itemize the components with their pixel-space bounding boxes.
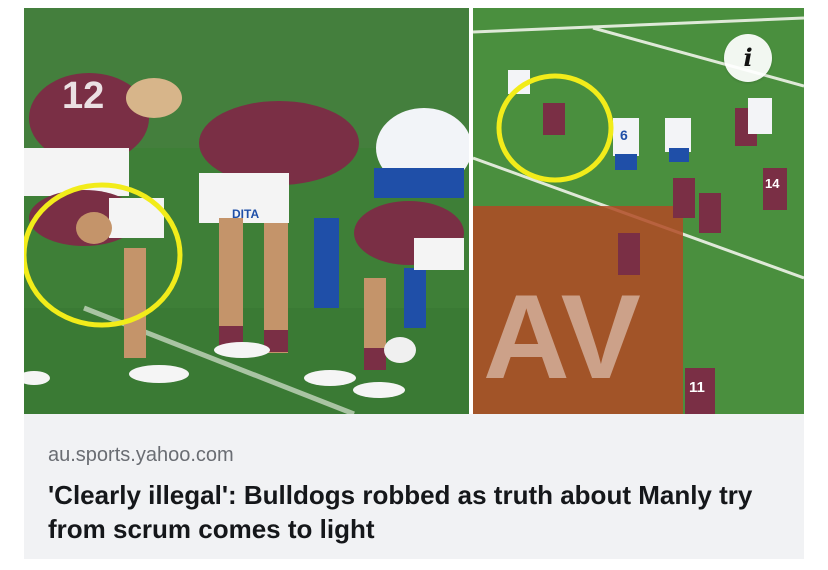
jersey-number-12: 12 — [62, 75, 104, 117]
news-card[interactable]: 12 DITA AV 6 14 11 i au.sports.yahoo.com… — [24, 8, 804, 559]
info-icon: i — [743, 43, 753, 72]
field-sponsor-watermark: AV — [483, 270, 641, 404]
jersey-number-11: 11 — [689, 379, 705, 396]
article-image[interactable]: 12 DITA AV 6 14 11 i — [24, 8, 804, 414]
jersey-number-6: 6 — [620, 127, 628, 143]
source-domain: au.sports.yahoo.com — [48, 444, 234, 466]
article-caption: au.sports.yahoo.com 'Clearly illegal': B… — [24, 414, 804, 559]
info-button[interactable]: i — [724, 34, 772, 82]
jersey-number-14: 14 — [765, 176, 780, 191]
headline-link[interactable]: 'Clearly illegal': Bulldogs robbed as tr… — [48, 480, 752, 544]
article-headline[interactable]: 'Clearly illegal': Bulldogs robbed as tr… — [48, 478, 768, 546]
scrum-photo: 12 DITA — [24, 8, 469, 414]
